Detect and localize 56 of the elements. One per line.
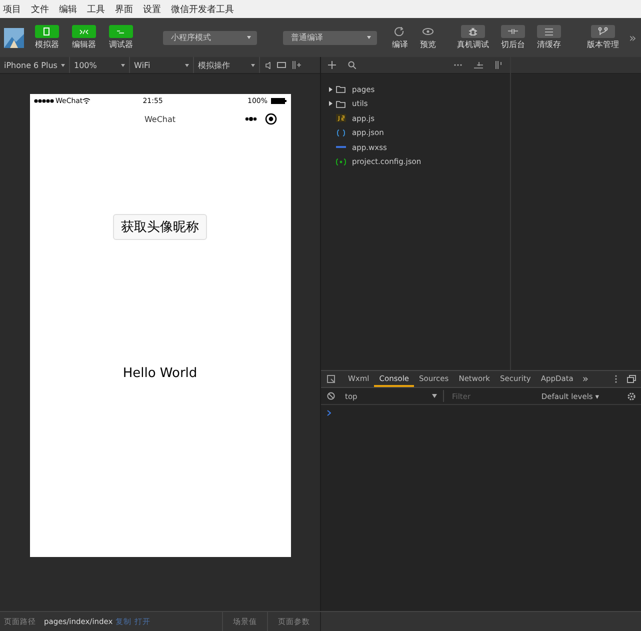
settings-icon[interactable]: [627, 392, 636, 400]
toolbar-button[interactable]: 预览: [417, 25, 439, 50]
js-file-icon: [336, 114, 346, 122]
eye-icon: [422, 27, 434, 36]
menu-item[interactable]: 设置: [142, 2, 162, 16]
search-icon[interactable]: [348, 61, 356, 69]
inspect-icon[interactable]: [327, 375, 335, 383]
zoom-dropdown[interactable]: 100%: [70, 57, 130, 73]
caret-icon: [432, 394, 437, 398]
menu-item[interactable]: 微信开发者工具: [170, 2, 235, 16]
signal-icon: [34, 99, 54, 103]
mode-toggle-button[interactable]: 编辑器: [67, 25, 101, 50]
toolbar-button[interactable]: 真机调试: [457, 25, 489, 50]
menu-item[interactable]: 文件: [30, 2, 50, 16]
bug-icon: [467, 27, 479, 36]
toolbar-button[interactable]: 版本管理: [587, 25, 619, 50]
battery-icon: [270, 98, 286, 104]
prompt-icon: [327, 410, 331, 416]
get-profile-button[interactable]: 获取头像昵称: [113, 214, 207, 240]
more-icon[interactable]: [244, 117, 256, 121]
detach-icon[interactable]: [292, 61, 301, 69]
menu-item[interactable]: 编辑: [58, 2, 78, 16]
panel-icon[interactable]: [495, 61, 503, 69]
collapsed-icon[interactable]: [328, 101, 332, 106]
speaker-icon[interactable]: [265, 62, 271, 68]
hello-text: Hello World: [122, 366, 198, 381]
clear-icon[interactable]: [327, 392, 335, 400]
dock-icon[interactable]: [627, 375, 636, 383]
toolbar-button[interactable]: 编译: [389, 25, 411, 50]
config-file-icon: [336, 158, 346, 166]
menu-item[interactable]: 界面: [114, 2, 134, 16]
mode-icon: [79, 27, 89, 36]
json-file-icon: [336, 128, 346, 137]
collapsed-icon[interactable]: [328, 86, 332, 92]
compile-dropdown[interactable]: 普通编译: [283, 30, 377, 44]
collapse-icon[interactable]: [474, 62, 483, 68]
mode-dropdown[interactable]: 小程序模式: [163, 30, 257, 44]
device-dropdown[interactable]: iPhone 6 Plus: [0, 57, 70, 73]
mode-toggle-button[interactable]: 模拟器: [30, 25, 64, 50]
more-button[interactable]: »: [629, 30, 636, 44]
menu-item[interactable]: 工具: [86, 2, 106, 16]
menu-item[interactable]: 项目: [2, 2, 22, 16]
mode-icon: [42, 27, 52, 36]
refresh-icon: [394, 27, 406, 36]
nav-title: WeChat: [144, 115, 176, 124]
mode-toggle-button[interactable]: 调试器: [104, 25, 138, 50]
screen-icon[interactable]: [277, 62, 286, 68]
wifi-icon: [82, 98, 90, 104]
network-dropdown[interactable]: WiFi: [130, 57, 194, 73]
avatar-icon[interactable]: [4, 28, 24, 48]
plus-icon[interactable]: [328, 61, 336, 69]
operation-dropdown[interactable]: 模拟操作: [194, 57, 260, 73]
branch-icon: [597, 27, 609, 36]
more-tabs-button[interactable]: »: [582, 374, 589, 384]
split-icon: [507, 27, 519, 36]
layers-icon: [543, 27, 555, 36]
